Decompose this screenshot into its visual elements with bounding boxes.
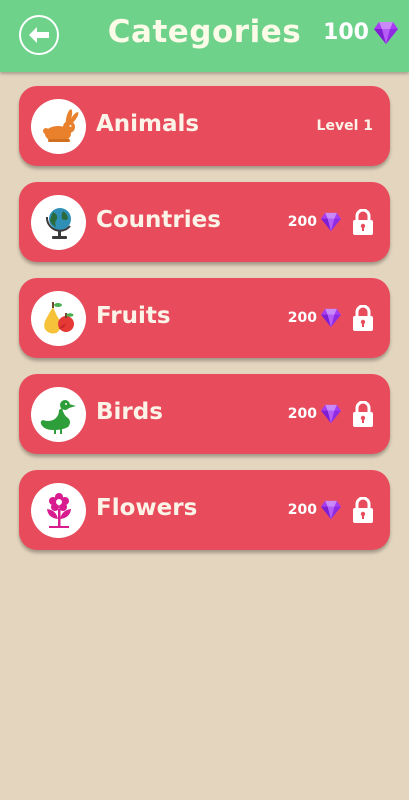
category-label: Fruits xyxy=(96,303,171,329)
flower-icon xyxy=(46,492,71,528)
price-value: 200 xyxy=(287,310,317,326)
category-flowers[interactable]: Flowers 200 xyxy=(19,470,390,550)
category-fruits[interactable]: Fruits 200 xyxy=(19,278,390,358)
category-avatar xyxy=(31,483,86,538)
category-avatar xyxy=(31,99,86,154)
gem-icon xyxy=(320,404,342,424)
gem-icon xyxy=(320,212,342,232)
category-avatar xyxy=(31,291,86,346)
gem-counter: 100 xyxy=(323,20,399,45)
price-value: 200 xyxy=(287,214,317,230)
price-value: 200 xyxy=(287,406,317,422)
gem-icon xyxy=(320,308,342,328)
category-animals[interactable]: Animals Level 1 xyxy=(19,86,390,166)
lock-icon xyxy=(352,401,374,427)
duck-icon xyxy=(40,399,76,434)
category-avatar xyxy=(31,195,86,250)
lock-icon xyxy=(352,305,374,331)
category-label: Birds xyxy=(96,399,163,425)
gem-count: 100 xyxy=(323,20,369,45)
unlock-price: 200 xyxy=(288,305,374,331)
gem-icon xyxy=(320,500,342,520)
gem-icon xyxy=(373,21,399,45)
category-birds[interactable]: Birds 200 xyxy=(19,374,390,454)
rabbit-icon xyxy=(42,108,78,142)
category-label: Animals xyxy=(96,111,200,137)
category-label: Countries xyxy=(96,207,221,233)
category-countries[interactable]: Countries 200 xyxy=(19,182,390,262)
fruits-icon xyxy=(43,301,74,333)
category-avatar xyxy=(31,387,86,442)
globe-icon xyxy=(45,207,71,239)
lock-icon xyxy=(352,497,374,523)
level-badge: Level 1 xyxy=(316,118,373,134)
app-header: Categories 100 xyxy=(0,0,409,72)
unlock-price: 200 xyxy=(288,497,374,523)
lock-icon xyxy=(352,209,374,235)
category-label: Flowers xyxy=(96,495,198,521)
unlock-price: 200 xyxy=(288,401,374,427)
unlock-price: 200 xyxy=(288,209,374,235)
price-value: 200 xyxy=(287,502,317,518)
